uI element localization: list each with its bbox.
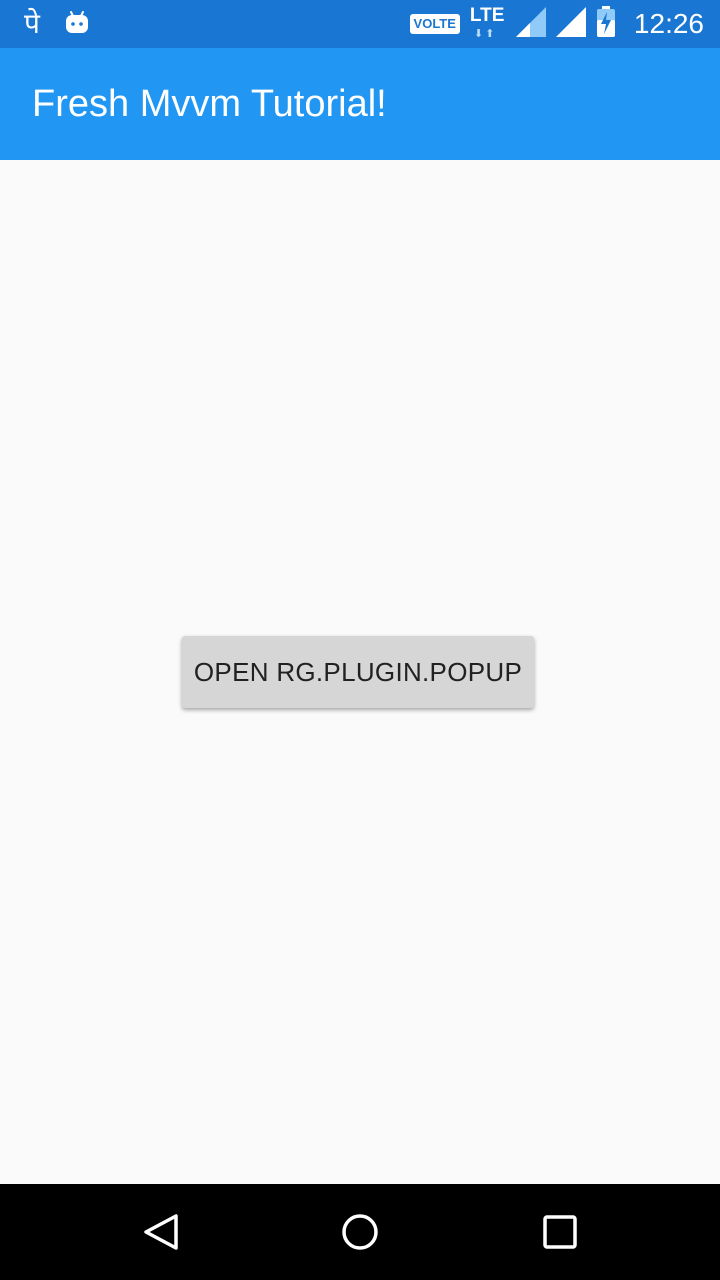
phonepe-icon: पे xyxy=(24,7,40,40)
home-icon[interactable] xyxy=(336,1208,384,1256)
main-content: OPEN RG.PLUGIN.POPUP xyxy=(0,160,720,1184)
recents-icon[interactable] xyxy=(536,1208,584,1256)
page-title: Fresh Mvvm Tutorial! xyxy=(32,83,387,125)
battery-charging-icon xyxy=(596,5,616,43)
lte-indicator: LTE ⬇⬆ xyxy=(470,6,506,42)
navigation-bar xyxy=(0,1184,720,1280)
android-icon xyxy=(64,9,90,40)
status-bar-left: पे xyxy=(24,0,90,48)
status-bar: पे VOLTE LTE ⬇⬆ 12:26 xyxy=(0,0,720,48)
data-activity-icon: ⬇⬆ xyxy=(473,28,497,40)
lte-label: LTE xyxy=(469,5,505,26)
signal-icon-2 xyxy=(555,6,586,42)
screen: पे VOLTE LTE ⬇⬆ 12:26 Fresh Mvvm Tutoria… xyxy=(0,0,720,1280)
volte-badge: VOLTE xyxy=(409,14,460,34)
open-popup-button[interactable]: OPEN RG.PLUGIN.POPUP xyxy=(182,636,534,708)
signal-icon-1 xyxy=(515,6,546,42)
app-bar: Fresh Mvvm Tutorial! xyxy=(0,48,720,160)
back-icon[interactable] xyxy=(136,1208,184,1256)
status-bar-right: VOLTE LTE ⬇⬆ 12:26 xyxy=(409,0,704,48)
clock: 12:26 xyxy=(633,8,704,39)
